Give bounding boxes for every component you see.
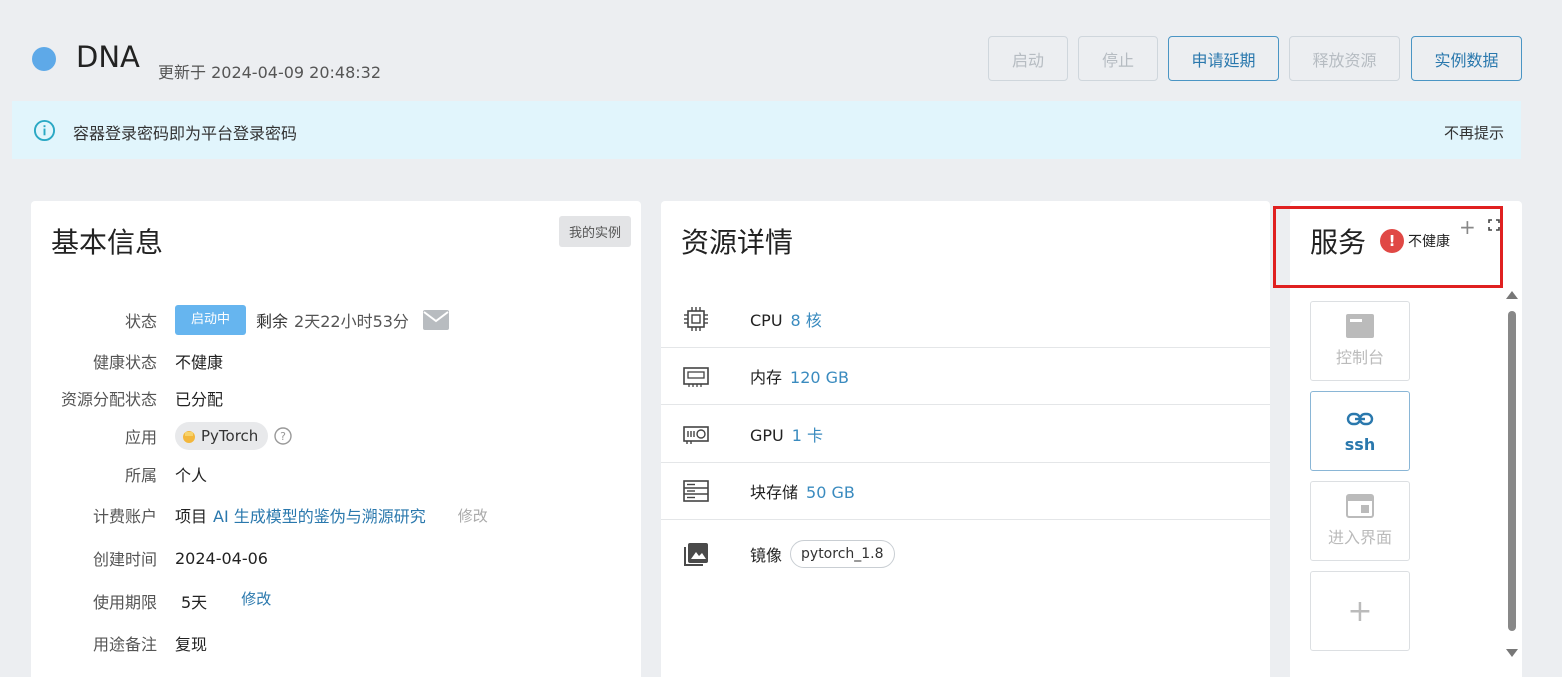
stop-button[interactable]: 停止 (1078, 36, 1158, 81)
alloc-row: 资源分配状态 已分配 (31, 383, 641, 413)
memory-icon (683, 367, 709, 387)
info-icon (33, 119, 56, 142)
cpu-label: CPU (750, 311, 783, 330)
note-value: 复现 (175, 635, 208, 654)
app-label: 应用 (124, 428, 157, 447)
period-label: 使用期限 (92, 593, 157, 612)
link-icon (1346, 412, 1374, 425)
note-row: 用途备注 复现 (31, 628, 641, 658)
instance-data-button[interactable]: 实例数据 (1411, 36, 1522, 81)
owner-label: 所属 (124, 466, 157, 485)
window-icon (1346, 494, 1374, 518)
image-icon (684, 542, 708, 566)
memory-value: 120 GB (790, 368, 850, 387)
cpu-value: 8 核 (790, 311, 822, 330)
alloc-label: 资源分配状态 (60, 390, 157, 409)
billing-edit-link[interactable]: 修改 (458, 505, 488, 526)
period-edit-link[interactable]: 修改 (241, 588, 271, 609)
resource-row-image: 镜像 pytorch_1.8 (661, 525, 1270, 582)
remain-value: 2天22小时53分 (294, 312, 409, 331)
highlight-box (1273, 206, 1503, 288)
my-instance-tag: 我的实例 (558, 216, 631, 247)
cpu-icon (684, 307, 708, 331)
resource-row-cpu: CPU 8 核 (661, 291, 1270, 348)
status-label: 状态 (124, 312, 157, 331)
image-label: 镜像 (750, 545, 783, 565)
storage-value: 50 GB (806, 483, 855, 502)
app-pill: PyTorch (175, 422, 269, 450)
dismiss-notice-link[interactable]: 不再提示 (1444, 122, 1504, 143)
status-dot (32, 47, 56, 71)
resource-details-title: 资源详情 (681, 226, 794, 259)
billing-project-link[interactable]: AI 生成模型的鉴伪与溯源研究 (213, 503, 426, 527)
alloc-value: 已分配 (175, 390, 224, 409)
owner-value: 个人 (175, 466, 208, 485)
resource-row-memory: 内存 120 GB (661, 348, 1270, 405)
gpu-label: GPU (750, 426, 784, 445)
scroll-thumb[interactable] (1508, 311, 1516, 631)
scroll-down-arrow-icon[interactable] (1506, 649, 1518, 657)
console-icon (1346, 314, 1374, 338)
health-row: 健康状态 不健康 (31, 346, 641, 376)
ssh-label: ssh (1344, 434, 1376, 454)
svg-text:?: ? (280, 430, 286, 443)
page-title: DNA (76, 40, 140, 74)
created-row: 创建时间 2024-04-06 (31, 543, 641, 573)
basic-info-title: 基本信息 (51, 226, 164, 259)
release-resources-button[interactable]: 释放资源 (1289, 36, 1400, 81)
storage-label: 块存储 (750, 483, 799, 502)
resource-row-storage: 块存储 50 GB (661, 463, 1270, 520)
period-value: 5天 (181, 593, 208, 612)
image-pill: pytorch_1.8 (790, 539, 895, 568)
enter-interface-tile[interactable]: 进入界面 (1310, 481, 1410, 561)
console-tile[interactable]: 控制台 (1310, 301, 1410, 381)
resource-row-gpu: GPU 1 卡 (661, 406, 1270, 463)
note-label: 用途备注 (92, 635, 157, 654)
billing-prefix: 项目 (175, 507, 208, 526)
page-header: DNA 更新于 2024-04-09 20:48:32 启动 停止 申请延期 释… (0, 0, 1562, 100)
gpu-icon (683, 426, 709, 444)
owner-row: 所属 个人 (31, 459, 641, 489)
status-row: 状态 启动中 剩余 2天22小时53分 (31, 305, 641, 335)
health-label: 健康状态 (92, 353, 157, 372)
created-value: 2024-04-06 (175, 548, 268, 568)
mail-icon[interactable] (422, 310, 449, 330)
remain-label: 剩余 (256, 312, 289, 331)
app-name: PyTorch (201, 427, 259, 445)
basic-info-card: 基本信息 我的实例 状态 启动中 剩余 2天22小时53分 健康状态 不健康 资… (31, 201, 641, 677)
ssh-tile[interactable]: ssh (1310, 391, 1410, 471)
health-value: 不健康 (175, 353, 224, 372)
memory-label: 内存 (750, 368, 783, 387)
resource-details-card: 资源详情 CPU 8 核 内存 120 GB GPU 1 卡 块存储 50 GB… (661, 201, 1270, 677)
pytorch-app-icon (183, 431, 195, 443)
request-extension-button[interactable]: 申请延期 (1168, 36, 1279, 81)
updated-time: 更新于 2024-04-09 20:48:32 (158, 63, 382, 82)
add-tile-plus: + (1347, 593, 1373, 629)
status-badge: 启动中 (175, 305, 247, 335)
storage-icon (683, 480, 709, 502)
period-row: 使用期限 5天 修改 (31, 586, 641, 616)
app-row: 应用 PyTorch ? (31, 421, 641, 451)
console-label: 控制台 (1335, 348, 1384, 367)
billing-label: 计费账户 (92, 507, 157, 526)
created-label: 创建时间 (92, 550, 157, 569)
start-button[interactable]: 启动 (988, 36, 1068, 81)
add-service-tile[interactable]: + (1310, 571, 1410, 651)
enter-interface-label: 进入界面 (1327, 528, 1392, 547)
help-icon[interactable]: ? (274, 427, 293, 445)
gpu-value: 1 卡 (791, 426, 824, 445)
services-scrollbar[interactable] (1506, 291, 1518, 663)
notice-bar: 容器登录密码即为平台登录密码 不再提示 (12, 101, 1521, 159)
scroll-up-arrow-icon[interactable] (1506, 291, 1518, 299)
billing-row: 计费账户 项目 AI 生成模型的鉴伪与溯源研究 修改 (31, 500, 641, 530)
notice-text: 容器登录密码即为平台登录密码 (73, 124, 298, 143)
